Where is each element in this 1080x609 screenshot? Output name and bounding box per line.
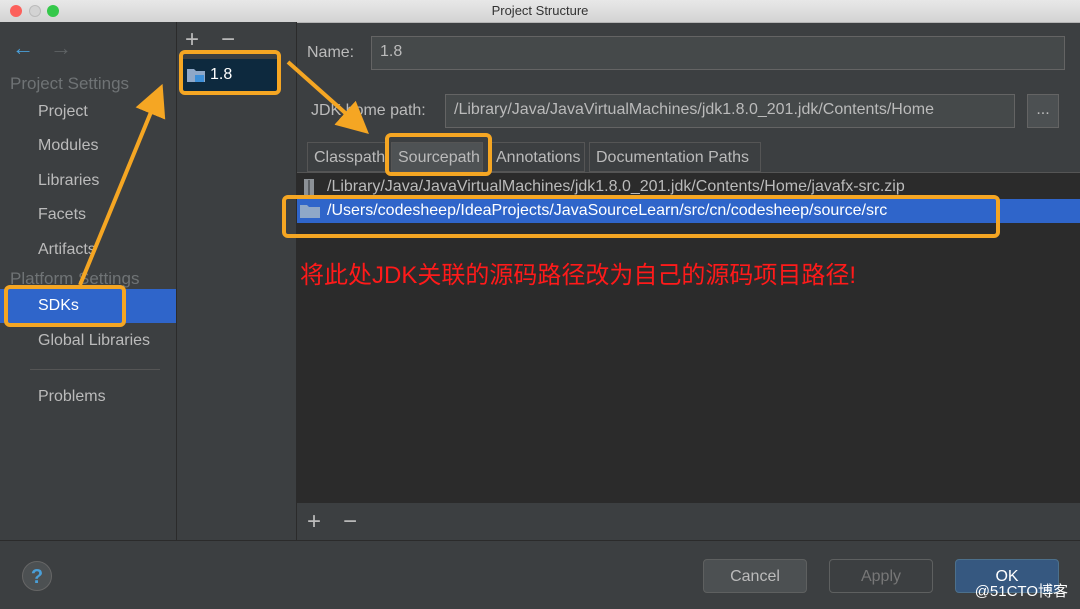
watermark: @51CTO博客 [974, 583, 1068, 600]
annotation-arrows [78, 60, 369, 286]
arrow-sdks-to-item [78, 83, 166, 286]
arrow-item-to-sourcepath [286, 60, 369, 134]
annotation-note: 将此处JDK关联的源码路径改为自己的源码项目路径! [300, 262, 857, 289]
